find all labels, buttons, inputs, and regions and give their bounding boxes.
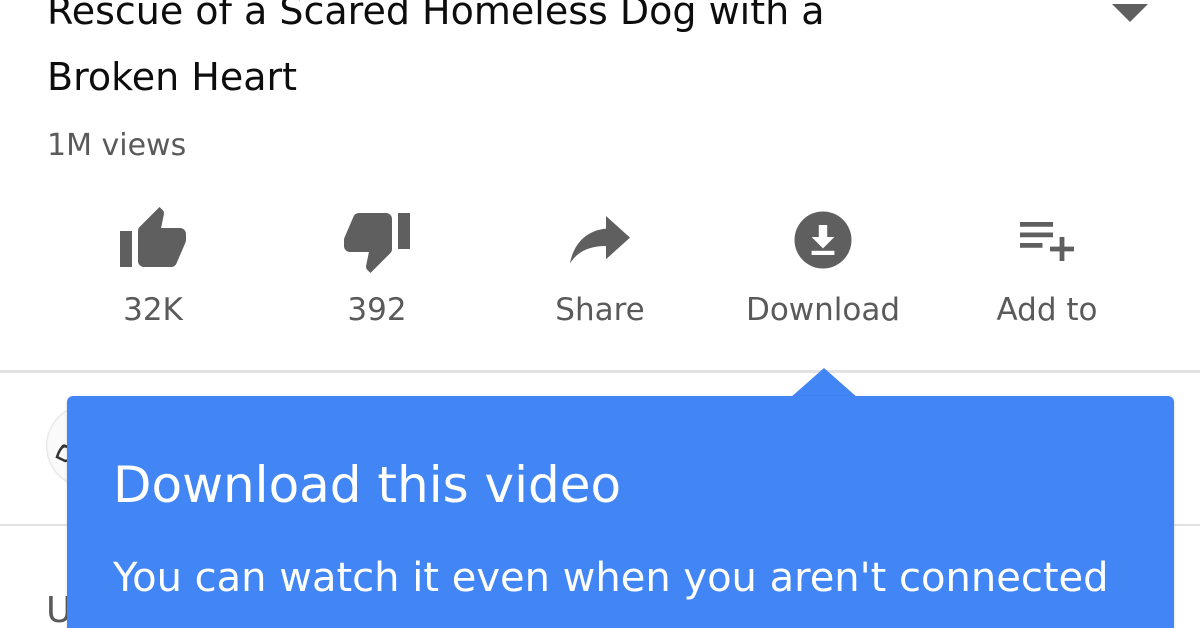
view-count: 1M views — [47, 128, 187, 163]
like-button[interactable]: 32K — [53, 200, 253, 340]
action-bar: 32K 392 Share Download Add to — [0, 200, 1200, 340]
download-tooltip[interactable]: Download this video You can watch it eve… — [67, 396, 1174, 628]
download-label: Download — [745, 292, 901, 328]
dislike-count: 392 — [347, 292, 407, 328]
like-count: 32K — [123, 292, 183, 328]
add-to-button[interactable]: Add to — [947, 200, 1147, 340]
thumbs-up-icon — [120, 207, 186, 267]
share-button[interactable]: Share — [500, 200, 700, 340]
expand-description-icon[interactable] — [1112, 4, 1148, 22]
section-divider — [0, 370, 1200, 373]
video-title-line-2: Broken Heart — [47, 55, 298, 99]
add-to-playlist-icon — [1020, 222, 1074, 261]
tooltip-pointer — [790, 368, 858, 398]
video-title-line-1: Rescue of a Scared Homeless Dog with a — [47, 0, 825, 33]
tooltip-title: Download this video — [113, 456, 622, 514]
tooltip-body: You can watch it even when you aren't co… — [113, 555, 1109, 601]
share-label: Share — [555, 292, 645, 328]
download-icon — [794, 211, 852, 269]
dislike-button[interactable]: 392 — [277, 200, 477, 340]
download-button[interactable]: Download — [723, 200, 923, 340]
share-icon — [570, 216, 630, 264]
add-to-label: Add to — [996, 292, 1098, 328]
video-title: Rescue of a Scared Homeless Dog with a B… — [47, 0, 947, 110]
thumbs-down-icon — [344, 213, 410, 273]
video-details-page: Rescue of a Scared Homeless Dog with a B… — [0, 0, 1200, 628]
